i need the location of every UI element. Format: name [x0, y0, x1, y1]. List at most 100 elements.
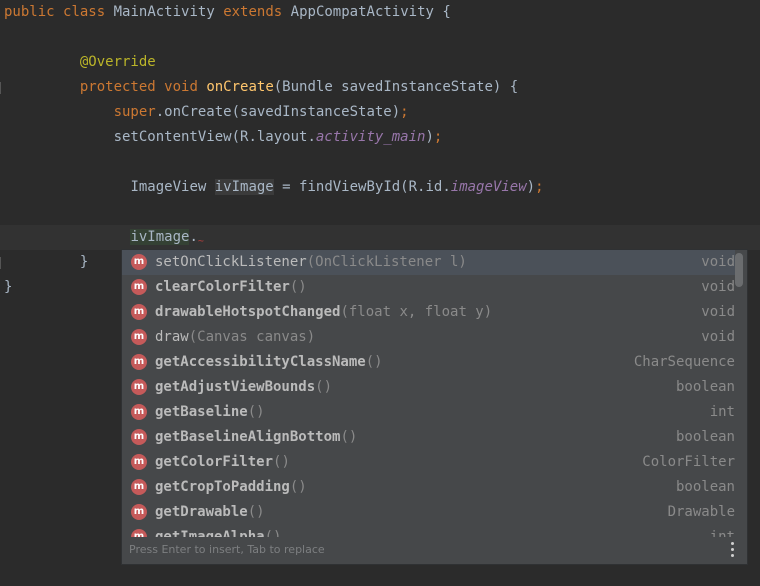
- keyword-public: public: [4, 4, 55, 20]
- completion-item[interactable]: m getColorFilter() ColorFilter: [122, 450, 735, 475]
- completion-item-signature: clearColorFilter(): [155, 275, 307, 300]
- completion-item-name: getDrawable: [155, 504, 248, 520]
- more-options-icon[interactable]: [731, 542, 735, 558]
- completion-list[interactable]: m setOnClickListener(OnClickListener l) vo…: [122, 250, 735, 537]
- variable-declaration: ivImage: [214, 179, 274, 195]
- completion-item[interactable]: m clearColorFilter() void: [122, 275, 735, 300]
- completion-item-name: getBaseline: [155, 404, 248, 420]
- completion-item-return-type: boolean: [675, 479, 735, 495]
- completion-item[interactable]: m getAccessibilityClassName() CharSequence: [122, 350, 735, 375]
- method-icon: m: [131, 254, 147, 270]
- completion-item-params: (): [365, 354, 383, 370]
- class-name: MainActivity: [113, 4, 215, 20]
- completion-item-name: getBaselineAlignBottom: [155, 429, 341, 445]
- semicolon: ;: [433, 129, 443, 145]
- completion-item-signature: getBaselineAlignBottom(): [155, 425, 357, 450]
- completion-item-signature: getDrawable(): [155, 500, 265, 525]
- code-line-6: setContentView(R.layout.activity_main);: [0, 125, 760, 150]
- completion-item-return-type: CharSequence: [633, 354, 735, 370]
- closing-brace: }: [79, 254, 89, 270]
- completion-item[interactable]: m draw(Canvas canvas) void: [122, 325, 735, 350]
- superclass-name: AppCompatActivity {: [290, 4, 451, 20]
- keyword-super: super: [113, 104, 156, 120]
- completion-item[interactable]: m getDrawable() Drawable: [122, 500, 735, 525]
- keyword-class: class: [63, 4, 106, 20]
- code-line-1: public class MainActivity extends AppCom…: [0, 0, 760, 25]
- completion-item-params: (): [247, 504, 265, 520]
- scroll-thumb[interactable]: [735, 253, 743, 287]
- keyword-extends: extends: [223, 4, 283, 20]
- completion-item-name: getCropToPadding: [155, 479, 290, 495]
- type-name: ImageView: [130, 179, 215, 195]
- method-icon: m: [131, 304, 147, 320]
- code-line-4: protected void onCreate(Bundle savedInst…: [0, 75, 760, 100]
- method-icon: m: [131, 504, 147, 520]
- completion-item-params: (): [315, 379, 333, 395]
- paren: ): [526, 179, 536, 195]
- keyword-protected: protected: [79, 79, 156, 95]
- semicolon: ;: [535, 179, 544, 195]
- completion-item-signature: draw(Canvas canvas): [155, 325, 315, 350]
- method-icon: m: [131, 454, 147, 470]
- completion-scrollbar[interactable]: [735, 253, 743, 533]
- completion-item-name: draw: [155, 329, 189, 345]
- completion-item-name: getAccessibilityClassName: [155, 354, 366, 370]
- completion-item[interactable]: m getBaselineAlignBottom() boolean: [122, 425, 735, 450]
- override-annotation: @Override: [79, 54, 156, 70]
- completion-item-signature: getBaseline(): [155, 400, 265, 425]
- code-line-8: ImageView ivImage = findViewById(R.id.im…: [0, 175, 760, 200]
- completion-item-return-type: void: [701, 329, 735, 345]
- completion-item-return-type: boolean: [675, 429, 735, 445]
- completion-footer: Press Enter to insert, Tab to replace: [122, 536, 747, 564]
- code-line-3: @Override: [0, 50, 760, 75]
- method-icon: m: [131, 329, 147, 345]
- code-editor[interactable]: public class MainActivity extends AppCom…: [0, 0, 760, 586]
- completion-item-name: drawableHotspotChanged: [155, 304, 341, 320]
- method-icon: m: [131, 429, 147, 445]
- completion-item-name: setOnClickListener: [155, 254, 307, 270]
- method-icon: m: [131, 404, 147, 420]
- completion-popup[interactable]: m setOnClickListener(OnClickListener l) vo…: [121, 249, 748, 565]
- completion-item-params: (float x, float y): [340, 304, 493, 320]
- completion-item[interactable]: m getAdjustViewBounds() boolean: [122, 375, 735, 400]
- find-view-call: = findViewById(R.id.: [273, 179, 451, 195]
- completion-item-return-type: void: [701, 254, 735, 270]
- set-content-view-call: setContentView(R.layout.: [113, 129, 316, 145]
- completion-item-signature: getCropToPadding(): [155, 475, 307, 500]
- completion-item-signature: getAccessibilityClassName(): [155, 350, 383, 375]
- completion-item-return-type: void: [701, 304, 735, 320]
- completion-item-params: (): [273, 454, 290, 470]
- method-icon: m: [131, 479, 147, 495]
- error-squiggle: ~: [197, 236, 204, 247]
- completion-item-params: (OnClickListener l): [306, 254, 467, 270]
- completion-item-name: getAdjustViewBounds: [155, 379, 316, 395]
- completion-item[interactable]: m getCropToPadding() boolean: [122, 475, 735, 500]
- completion-item-return-type: void: [701, 279, 735, 295]
- dot-operator: .: [189, 229, 198, 245]
- code-line-10-current[interactable]: ivImage.~: [0, 225, 760, 250]
- super-call: .onCreate(savedInstanceState): [155, 104, 401, 120]
- paren: ): [425, 129, 434, 145]
- completion-item-signature: drawableHotspotChanged(float x, float y): [155, 300, 492, 325]
- method-name: onCreate: [206, 79, 274, 95]
- closing-brace: }: [4, 279, 13, 295]
- completion-item-return-type: int: [709, 404, 735, 420]
- semicolon: ;: [400, 104, 409, 120]
- completion-item-params: (Canvas canvas): [188, 329, 316, 345]
- method-icon: m: [131, 354, 147, 370]
- method-icon: m: [131, 279, 147, 295]
- completion-item-signature: getColorFilter(): [155, 450, 290, 475]
- completion-item[interactable]: m getBaseline() int: [122, 400, 735, 425]
- completion-item[interactable]: m drawableHotspotChanged(float x, float y…: [122, 300, 735, 325]
- completion-item[interactable]: m setOnClickListener(OnClickListener l) vo…: [122, 250, 735, 275]
- layout-field: activity_main: [315, 129, 426, 145]
- completion-item-params: (): [247, 404, 265, 420]
- variable-usage: ivImage: [130, 229, 190, 245]
- completion-item-signature: getAdjustViewBounds(): [155, 375, 332, 400]
- completion-item-signature: setOnClickListener(OnClickListener l): [155, 250, 467, 275]
- completion-item-return-type: boolean: [675, 379, 735, 395]
- id-field: imageView: [450, 179, 527, 195]
- completion-item-params: (): [289, 479, 307, 495]
- completion-item-return-type: ColorFilter: [642, 454, 735, 470]
- code-line-5: super.onCreate(savedInstanceState);: [0, 100, 760, 125]
